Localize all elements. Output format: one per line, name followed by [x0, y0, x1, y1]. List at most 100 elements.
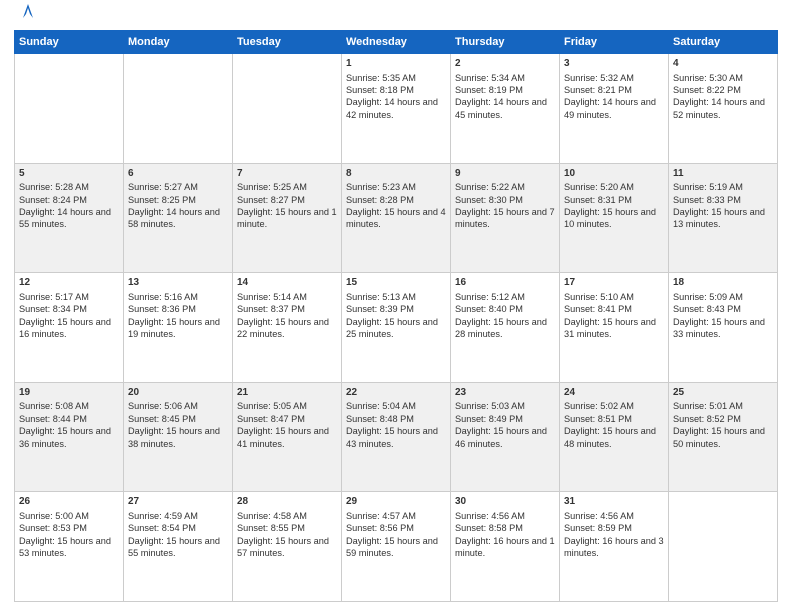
day-number: 24 — [564, 386, 664, 400]
sunrise-text: Sunrise: 5:03 AM — [455, 401, 525, 411]
sunset-text: Sunset: 8:56 PM — [346, 523, 414, 533]
sunset-text: Sunset: 8:36 PM — [128, 304, 196, 314]
sunset-text: Sunset: 8:19 PM — [455, 85, 523, 95]
logo-icon — [17, 0, 39, 22]
calendar-cell: 11Sunrise: 5:19 AMSunset: 8:33 PMDayligh… — [669, 163, 778, 273]
daylight-text: Daylight: 15 hours and 1 minute. — [237, 207, 337, 229]
calendar-cell: 15Sunrise: 5:13 AMSunset: 8:39 PMDayligh… — [342, 273, 451, 383]
calendar-cell: 10Sunrise: 5:20 AMSunset: 8:31 PMDayligh… — [560, 163, 669, 273]
daylight-text: Daylight: 15 hours and 22 minutes. — [237, 317, 329, 339]
calendar-week-0: 1Sunrise: 5:35 AMSunset: 8:18 PMDaylight… — [15, 54, 778, 164]
calendar-cell: 8Sunrise: 5:23 AMSunset: 8:28 PMDaylight… — [342, 163, 451, 273]
calendar-cell: 24Sunrise: 5:02 AMSunset: 8:51 PMDayligh… — [560, 382, 669, 492]
sunrise-text: Sunrise: 5:27 AM — [128, 182, 198, 192]
calendar-cell: 27Sunrise: 4:59 AMSunset: 8:54 PMDayligh… — [124, 492, 233, 602]
daylight-text: Daylight: 15 hours and 53 minutes. — [19, 536, 111, 558]
day-number: 26 — [19, 495, 119, 509]
daylight-text: Daylight: 15 hours and 7 minutes. — [455, 207, 555, 229]
sunset-text: Sunset: 8:55 PM — [237, 523, 305, 533]
sunset-text: Sunset: 8:34 PM — [19, 304, 87, 314]
calendar-cell: 4Sunrise: 5:30 AMSunset: 8:22 PMDaylight… — [669, 54, 778, 164]
daylight-text: Daylight: 15 hours and 4 minutes. — [346, 207, 446, 229]
sunrise-text: Sunrise: 4:56 AM — [455, 511, 525, 521]
day-number: 17 — [564, 276, 664, 290]
day-number: 22 — [346, 386, 446, 400]
daylight-text: Daylight: 15 hours and 57 minutes. — [237, 536, 329, 558]
calendar-dow-tuesday: Tuesday — [233, 31, 342, 54]
daylight-text: Daylight: 14 hours and 42 minutes. — [346, 97, 438, 119]
daylight-text: Daylight: 15 hours and 59 minutes. — [346, 536, 438, 558]
sunset-text: Sunset: 8:51 PM — [564, 414, 632, 424]
calendar-cell: 23Sunrise: 5:03 AMSunset: 8:49 PMDayligh… — [451, 382, 560, 492]
sunset-text: Sunset: 8:52 PM — [673, 414, 741, 424]
calendar-cell: 14Sunrise: 5:14 AMSunset: 8:37 PMDayligh… — [233, 273, 342, 383]
calendar-header-row: SundayMondayTuesdayWednesdayThursdayFrid… — [15, 31, 778, 54]
calendar-cell: 13Sunrise: 5:16 AMSunset: 8:36 PMDayligh… — [124, 273, 233, 383]
daylight-text: Daylight: 15 hours and 25 minutes. — [346, 317, 438, 339]
daylight-text: Daylight: 15 hours and 55 minutes. — [128, 536, 220, 558]
calendar-cell — [233, 54, 342, 164]
calendar-cell: 9Sunrise: 5:22 AMSunset: 8:30 PMDaylight… — [451, 163, 560, 273]
sunset-text: Sunset: 8:44 PM — [19, 414, 87, 424]
sunset-text: Sunset: 8:43 PM — [673, 304, 741, 314]
day-number: 23 — [455, 386, 555, 400]
daylight-text: Daylight: 15 hours and 38 minutes. — [128, 426, 220, 448]
sunset-text: Sunset: 8:58 PM — [455, 523, 523, 533]
sunrise-text: Sunrise: 5:08 AM — [19, 401, 89, 411]
day-number: 18 — [673, 276, 773, 290]
daylight-text: Daylight: 15 hours and 19 minutes. — [128, 317, 220, 339]
sunset-text: Sunset: 8:24 PM — [19, 195, 87, 205]
daylight-text: Daylight: 15 hours and 28 minutes. — [455, 317, 547, 339]
calendar-cell: 12Sunrise: 5:17 AMSunset: 8:34 PMDayligh… — [15, 273, 124, 383]
sunrise-text: Sunrise: 5:00 AM — [19, 511, 89, 521]
sunset-text: Sunset: 8:41 PM — [564, 304, 632, 314]
sunrise-text: Sunrise: 5:06 AM — [128, 401, 198, 411]
daylight-text: Daylight: 14 hours and 52 minutes. — [673, 97, 765, 119]
day-number: 21 — [237, 386, 337, 400]
sunrise-text: Sunrise: 5:09 AM — [673, 292, 743, 302]
calendar-dow-monday: Monday — [124, 31, 233, 54]
calendar-dow-saturday: Saturday — [669, 31, 778, 54]
calendar-cell: 3Sunrise: 5:32 AMSunset: 8:21 PMDaylight… — [560, 54, 669, 164]
sunset-text: Sunset: 8:28 PM — [346, 195, 414, 205]
day-number: 16 — [455, 276, 555, 290]
daylight-text: Daylight: 15 hours and 33 minutes. — [673, 317, 765, 339]
calendar-cell — [669, 492, 778, 602]
calendar-cell: 17Sunrise: 5:10 AMSunset: 8:41 PMDayligh… — [560, 273, 669, 383]
sunset-text: Sunset: 8:31 PM — [564, 195, 632, 205]
daylight-text: Daylight: 15 hours and 41 minutes. — [237, 426, 329, 448]
daylight-text: Daylight: 15 hours and 31 minutes. — [564, 317, 656, 339]
sunrise-text: Sunrise: 5:30 AM — [673, 73, 743, 83]
day-number: 8 — [346, 167, 446, 181]
day-number: 28 — [237, 495, 337, 509]
sunrise-text: Sunrise: 5:01 AM — [673, 401, 743, 411]
calendar-cell: 2Sunrise: 5:34 AMSunset: 8:19 PMDaylight… — [451, 54, 560, 164]
calendar-cell: 16Sunrise: 5:12 AMSunset: 8:40 PMDayligh… — [451, 273, 560, 383]
sunset-text: Sunset: 8:25 PM — [128, 195, 196, 205]
sunset-text: Sunset: 8:48 PM — [346, 414, 414, 424]
sunrise-text: Sunrise: 5:20 AM — [564, 182, 634, 192]
daylight-text: Daylight: 15 hours and 50 minutes. — [673, 426, 765, 448]
daylight-text: Daylight: 15 hours and 48 minutes. — [564, 426, 656, 448]
daylight-text: Daylight: 15 hours and 13 minutes. — [673, 207, 765, 229]
sunrise-text: Sunrise: 5:14 AM — [237, 292, 307, 302]
daylight-text: Daylight: 15 hours and 16 minutes. — [19, 317, 111, 339]
calendar-cell: 30Sunrise: 4:56 AMSunset: 8:58 PMDayligh… — [451, 492, 560, 602]
sunrise-text: Sunrise: 4:57 AM — [346, 511, 416, 521]
sunrise-text: Sunrise: 5:34 AM — [455, 73, 525, 83]
day-number: 31 — [564, 495, 664, 509]
daylight-text: Daylight: 15 hours and 10 minutes. — [564, 207, 656, 229]
sunrise-text: Sunrise: 5:04 AM — [346, 401, 416, 411]
calendar-dow-friday: Friday — [560, 31, 669, 54]
calendar-week-4: 26Sunrise: 5:00 AMSunset: 8:53 PMDayligh… — [15, 492, 778, 602]
sunrise-text: Sunrise: 5:19 AM — [673, 182, 743, 192]
sunrise-text: Sunrise: 5:25 AM — [237, 182, 307, 192]
sunset-text: Sunset: 8:54 PM — [128, 523, 196, 533]
daylight-text: Daylight: 14 hours and 49 minutes. — [564, 97, 656, 119]
sunset-text: Sunset: 8:47 PM — [237, 414, 305, 424]
sunrise-text: Sunrise: 5:17 AM — [19, 292, 89, 302]
calendar-cell: 31Sunrise: 4:56 AMSunset: 8:59 PMDayligh… — [560, 492, 669, 602]
calendar-cell: 6Sunrise: 5:27 AMSunset: 8:25 PMDaylight… — [124, 163, 233, 273]
day-number: 2 — [455, 57, 555, 71]
calendar-dow-wednesday: Wednesday — [342, 31, 451, 54]
